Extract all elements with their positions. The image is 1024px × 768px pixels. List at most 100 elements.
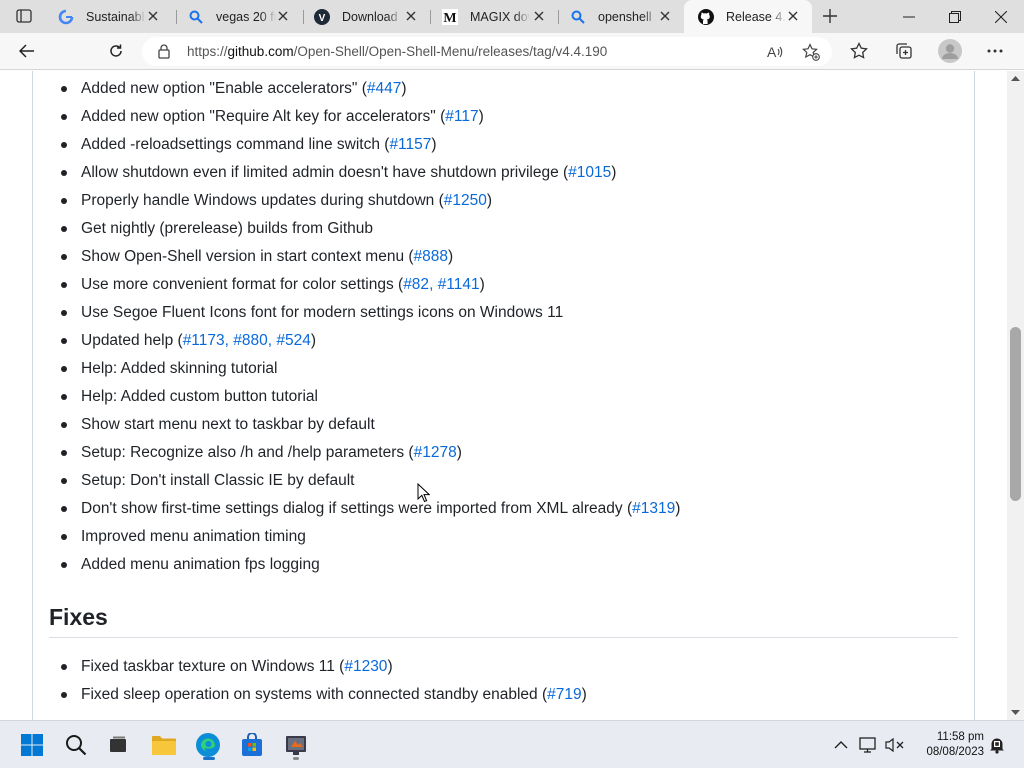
file-explorer-icon (152, 736, 176, 755)
tab-3[interactable]: M MAGIX dow (428, 0, 558, 33)
issue-link[interactable]: #1157 (389, 136, 431, 153)
list-item: Use more convenient format for color set… (49, 275, 680, 303)
minimize-icon (903, 16, 915, 17)
restore-button[interactable] (932, 0, 978, 33)
list-item: Updated help (#1173, #880, #524) (49, 331, 680, 359)
tab-close-icon[interactable] (532, 9, 546, 23)
tab-strip: Sustainable vegas 20 fr V Download V M M… (0, 0, 1024, 33)
close-window-button[interactable] (978, 0, 1024, 33)
list-item-suffix: ) (611, 164, 617, 181)
list-item-text: Show start menu next to taskbar by defau… (81, 416, 375, 433)
list-item-text: Setup: Recognize also /h and /help param… (81, 444, 414, 461)
list-item-text: Added new option "Require Alt key for ac… (81, 108, 446, 125)
search-icon (570, 9, 586, 25)
taskbar-clock[interactable]: 11:58 pm 08/08/2023 (912, 730, 984, 760)
list-item-text: Help: Added custom button tutorial (81, 388, 318, 405)
tab-title: vegas 20 fr (216, 9, 276, 24)
release-notes-list: Added new option "Enable accelerators" (… (49, 79, 680, 583)
tab-title: openshell (598, 9, 652, 24)
list-item-suffix: ) (448, 248, 454, 265)
issue-link[interactable]: #117 (445, 108, 478, 125)
issue-link[interactable]: #1250 (444, 192, 487, 209)
list-item: Show start menu next to taskbar by defau… (49, 415, 680, 443)
issue-link[interactable]: #1319 (632, 500, 675, 517)
scroll-up-icon[interactable] (1011, 75, 1020, 81)
tab-close-icon[interactable] (146, 9, 160, 23)
page-scrollbar[interactable] (1007, 71, 1024, 720)
issue-link[interactable]: #447 (367, 80, 401, 97)
page-viewport: Added new option "Enable accelerators" (… (0, 71, 1007, 720)
tab-title: Sustainable (86, 9, 146, 24)
taskbar-search-button[interactable] (60, 729, 92, 761)
search-icon (188, 9, 204, 25)
tab-0[interactable]: Sustainable (44, 0, 172, 33)
edge-icon (196, 733, 220, 757)
favorites-button[interactable] (843, 36, 875, 66)
issue-link[interactable]: #888 (414, 248, 448, 265)
tab-close-icon[interactable] (786, 9, 800, 23)
issue-link[interactable]: #82 (403, 276, 429, 293)
google-icon (58, 9, 74, 25)
notification-bell-icon (990, 738, 1004, 754)
fixes-heading: Fixes (49, 604, 108, 630)
issue-link[interactable]: #1173 (183, 332, 225, 349)
collections-button[interactable] (888, 36, 920, 66)
list-item: Help: Added custom button tutorial (49, 387, 680, 415)
tab-title: MAGIX dow (470, 9, 530, 24)
issue-link[interactable]: #524 (276, 332, 310, 349)
network-tray-button[interactable] (858, 733, 880, 757)
settings-menu-button[interactable] (979, 36, 1011, 66)
tab-close-icon[interactable] (658, 9, 672, 23)
browser-toolbar: https://github.com/Open-Shell/Open-Shell… (0, 33, 1024, 70)
read-aloud-button[interactable]: A (764, 41, 786, 63)
add-favorite-button[interactable] (800, 41, 822, 63)
tab-4[interactable]: openshell (556, 0, 684, 33)
new-tab-button[interactable] (817, 4, 843, 28)
plus-icon (823, 9, 837, 23)
issue-link[interactable]: #719 (547, 686, 581, 703)
profile-button[interactable] (934, 36, 966, 66)
tab-1[interactable]: vegas 20 fr (174, 0, 302, 33)
address-bar[interactable]: https://github.com/Open-Shell/Open-Shell… (142, 37, 832, 66)
list-item: Fixed sleep operation on systems with co… (49, 685, 587, 713)
list-item: Help: Added skinning tutorial (49, 359, 680, 387)
github-icon (698, 8, 714, 25)
issue-link[interactable]: #880 (233, 332, 267, 349)
file-explorer-button[interactable] (148, 729, 180, 761)
issue-link[interactable]: #1278 (414, 444, 457, 461)
task-view-button[interactable] (102, 729, 134, 761)
tab-2[interactable]: V Download V (300, 0, 430, 33)
scroll-down-icon[interactable] (1011, 710, 1020, 716)
show-hidden-icons-button[interactable] (832, 733, 850, 757)
scrollbar-thumb[interactable] (1010, 327, 1021, 501)
read-aloud-icon: A (767, 44, 783, 60)
app-taskbar-button[interactable] (280, 729, 312, 761)
list-item: Added -reloadsettings command line switc… (49, 135, 680, 163)
start-button[interactable] (16, 729, 48, 761)
issue-link[interactable]: #1015 (568, 164, 611, 181)
edge-taskbar-button[interactable] (192, 729, 224, 761)
tab-actions-button[interactable] (6, 4, 42, 28)
store-taskbar-button[interactable] (236, 729, 268, 761)
list-item-text: Fixed taskbar texture on Windows 11 ( (81, 658, 345, 675)
url-text[interactable]: https://github.com/Open-Shell/Open-Shell… (187, 44, 607, 59)
favorites-star-icon (850, 42, 868, 59)
volume-tray-button[interactable] (884, 733, 906, 757)
tab-close-icon[interactable] (276, 9, 290, 23)
svg-text:M: M (443, 11, 456, 25)
url-path: /Open-Shell/Open-Shell-Menu/releases/tag… (293, 44, 608, 59)
list-item: Added new option "Require Alt key for ac… (49, 107, 680, 135)
list-item: Fixed taskbar texture on Windows 11 (#12… (49, 657, 587, 685)
minimize-button[interactable] (886, 0, 932, 33)
tab-close-icon[interactable] (404, 9, 418, 23)
refresh-button[interactable] (100, 36, 132, 66)
issue-link[interactable]: #1141 (438, 276, 480, 293)
tab-title: Download V (342, 9, 402, 24)
tab-5-active[interactable]: Release 4.4 (684, 0, 812, 33)
collections-icon (896, 43, 912, 59)
back-arrow-icon (19, 44, 34, 58)
issue-link[interactable]: #1230 (344, 658, 387, 675)
list-item: Use Segoe Fluent Icons font for modern s… (49, 303, 680, 331)
back-button[interactable] (11, 36, 43, 66)
notification-button[interactable] (987, 733, 1007, 757)
